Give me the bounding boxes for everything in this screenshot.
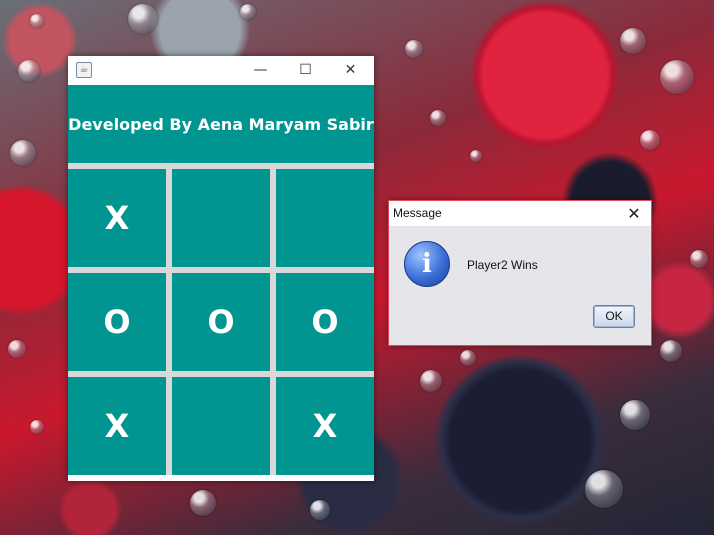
background-bubble — [620, 400, 650, 430]
java-app-icon: ☕ — [76, 62, 92, 78]
minimize-button[interactable]: — — [238, 56, 283, 85]
background-bubble — [470, 150, 482, 162]
background-bubble — [18, 60, 40, 82]
game-window-titlebar[interactable]: ☕ — ☐ ✕ — [68, 56, 374, 85]
background-bubble — [10, 140, 36, 166]
background-bubble — [240, 4, 256, 20]
background-bubble — [405, 40, 423, 58]
background-bubble — [30, 14, 44, 28]
background-bubble — [460, 350, 476, 366]
background-bubble — [30, 420, 44, 434]
board-cell-8[interactable] — [172, 377, 270, 475]
info-icon: i — [404, 241, 450, 287]
board-cell-5[interactable]: O — [172, 273, 270, 371]
dialog-close-button[interactable]: ✕ — [617, 201, 651, 226]
background-bubble — [430, 110, 446, 126]
dialog-message: Player2 Wins — [467, 258, 538, 272]
background-bubble — [190, 490, 216, 516]
dialog-titlebar[interactable]: Message ✕ — [389, 201, 651, 226]
background-bubble — [585, 470, 623, 508]
board-cell-4[interactable]: O — [68, 273, 166, 371]
background-bubble — [420, 370, 442, 392]
background-bubble — [690, 250, 708, 268]
board-cell-9[interactable]: X — [276, 377, 374, 475]
tic-tac-toe-board: X O O O X X — [68, 169, 374, 475]
background-bubble — [660, 60, 694, 94]
background-bubble — [620, 28, 646, 54]
game-window: ☕ — ☐ ✕ Developed By Aena Maryam Sabir X… — [68, 56, 374, 481]
board-cell-6[interactable]: O — [276, 273, 374, 371]
ok-button[interactable]: OK — [593, 305, 635, 328]
dialog-title: Message — [393, 206, 442, 220]
board-cell-1[interactable]: X — [68, 169, 166, 267]
background-bubble — [640, 130, 660, 150]
developer-header: Developed By Aena Maryam Sabir — [68, 85, 374, 169]
close-button[interactable]: ✕ — [328, 56, 373, 85]
board-cell-3[interactable] — [276, 169, 374, 267]
board-cell-7[interactable]: X — [68, 377, 166, 475]
message-dialog: Message ✕ i Player2 Wins OK — [388, 200, 652, 346]
board-cell-2[interactable] — [172, 169, 270, 267]
background-bubble — [660, 340, 682, 362]
maximize-button[interactable]: ☐ — [283, 56, 328, 85]
background-bubble — [310, 500, 330, 520]
background-bubble — [128, 4, 158, 34]
background-bubble — [8, 340, 26, 358]
